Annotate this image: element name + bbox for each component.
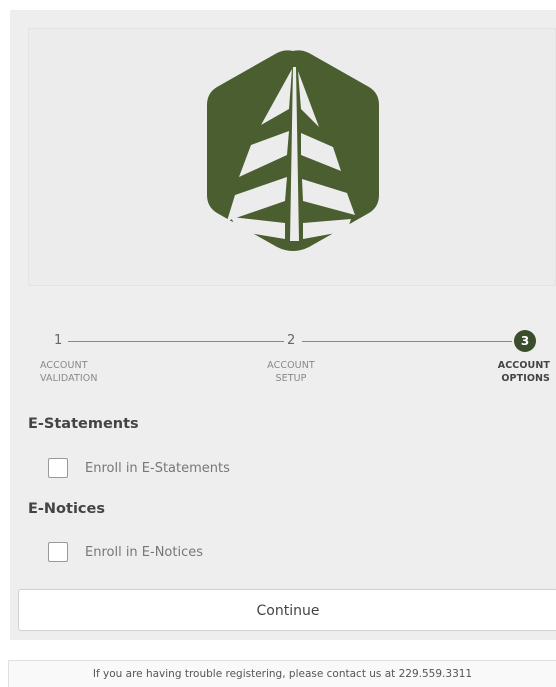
enotices-checkbox[interactable] <box>48 542 68 562</box>
estatements-checkbox-label[interactable]: Enroll in E-Statements <box>85 461 230 476</box>
step-1-number: 1 <box>54 333 63 348</box>
step-connector-1-2 <box>68 341 284 342</box>
estatements-option[interactable]: Enroll in E-Statements <box>48 457 230 479</box>
progress-stepper: 1 2 3 ACCOUNT VALIDATION ACCOUNT SETUP A… <box>10 320 556 390</box>
help-footer: If you are having trouble registering, p… <box>8 660 556 687</box>
enotices-checkbox-label[interactable]: Enroll in E-Notices <box>85 545 203 560</box>
step-connector-2-3 <box>302 341 512 342</box>
enotices-heading: E-Notices <box>28 501 105 517</box>
step-1-label: ACCOUNT VALIDATION <box>40 360 98 384</box>
continue-button[interactable]: Continue <box>18 589 556 631</box>
step-3-label: ACCOUNT OPTIONS <box>497 360 550 384</box>
enotices-option[interactable]: Enroll in E-Notices <box>48 541 203 563</box>
pine-tree-hexagon-logo <box>207 50 379 252</box>
estatements-checkbox[interactable] <box>48 458 68 478</box>
registration-card: 1 2 3 ACCOUNT VALIDATION ACCOUNT SETUP A… <box>10 10 556 640</box>
logo-panel <box>28 28 556 286</box>
step-2-label: ACCOUNT SETUP <box>267 360 315 384</box>
step-3-active-circle: 3 <box>514 330 536 352</box>
step-2-number: 2 <box>287 333 296 348</box>
estatements-heading: E-Statements <box>28 416 139 432</box>
